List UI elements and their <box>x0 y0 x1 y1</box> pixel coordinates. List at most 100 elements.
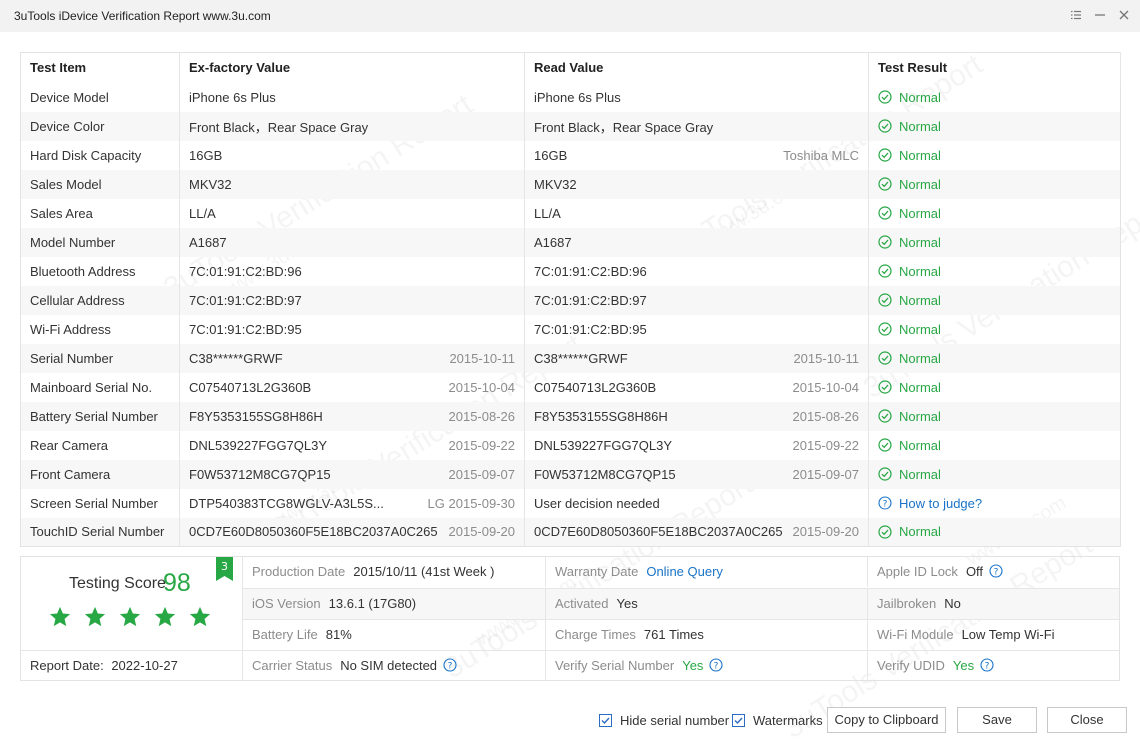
table-row: Battery Serial Number F8Y5353155SG8H86H 20… <box>20 401 1121 431</box>
report-date-value: 2022-10-27 <box>111 658 178 673</box>
ex-factory-text: MKV32 <box>189 176 232 192</box>
warranty-date: Warranty Date Online Query <box>546 557 868 587</box>
help-icon[interactable]: ? <box>989 564 1003 578</box>
read-text: 16GB <box>534 147 568 163</box>
read-value: F8Y5353155SG8H86H 2015-08-26 <box>524 401 869 431</box>
test-item: Battery Serial Number <box>20 401 180 431</box>
check-circle-icon <box>878 119 892 133</box>
apple-id-lock: Apple ID Lock Off? <box>868 557 1119 587</box>
check-circle-icon <box>878 438 892 452</box>
carrier-status: Carrier Status No SIM detected? <box>243 651 546 681</box>
window-title: 3uTools iDevice Verification Report www.… <box>14 9 271 23</box>
test-result: Normal <box>868 517 1121 547</box>
menu-icon[interactable] <box>1069 8 1083 22</box>
test-item: Model Number <box>20 227 180 257</box>
read-text: C07540713L2G360B <box>534 379 657 395</box>
test-item: Hard Disk Capacity <box>20 140 180 170</box>
test-result: Normal <box>869 315 1121 344</box>
test-result[interactable]: ? How to judge? <box>869 489 1121 518</box>
ex-factory-text: C38******GRWF <box>189 350 283 366</box>
check-circle-icon <box>878 525 892 539</box>
help-icon[interactable]: ? <box>980 658 994 672</box>
result-text: Normal <box>899 466 941 482</box>
ex-factory-text: 16GB <box>189 147 223 163</box>
test-result: Normal <box>869 373 1121 402</box>
table-row: Cellular Address 7C:01:91:C2:BD:97 7C:01:9… <box>20 285 1121 315</box>
ex-factory-value: iPhone 6s Plus <box>179 82 525 112</box>
read-text: A1687 <box>534 234 572 250</box>
check-circle-icon <box>878 293 892 307</box>
test-item: Device Model <box>20 82 180 112</box>
check-circle-icon <box>878 351 892 365</box>
hide-serial-checkbox[interactable]: Hide serial number <box>599 713 729 728</box>
test-item: Wi-Fi Address <box>20 314 180 344</box>
ex-factory-date: 2015-09-22 <box>448 437 516 453</box>
table-row: Bluetooth Address 7C:01:91:C2:BD:96 7C:01:… <box>20 256 1121 286</box>
read-value: 0CD7E60D8050360F5E18BC2037A0C265 2015-09-… <box>524 517 869 547</box>
save-button[interactable]: Save <box>957 707 1037 733</box>
read-text: 7C:01:91:C2:BD:96 <box>534 263 647 279</box>
ex-factory-date: 2015-08-26 <box>448 408 516 424</box>
ex-factory-date: LG 2015-09-30 <box>427 495 515 511</box>
table-row: Mainboard Serial No. C07540713L2G360B 2015… <box>20 372 1121 402</box>
table-row: Device Model iPhone 6s Plus iPhone 6s Plus… <box>20 82 1121 112</box>
charge-times: Charge Times 761 Times <box>546 620 868 650</box>
ios-version: iOS Version 13.6.1 (17G80) <box>243 589 546 619</box>
close-button[interactable]: Close <box>1047 707 1127 733</box>
ex-factory-text: A1687 <box>189 234 227 250</box>
table-row: Device Color Front Black，Rear Space Gray F… <box>20 111 1121 141</box>
check-circle-icon <box>878 322 892 336</box>
how-to-judge-link[interactable]: How to judge? <box>899 496 982 511</box>
svg-text:?: ? <box>448 662 453 672</box>
info-row: iOS Version 13.6.1 (17G80) Activated Yes J… <box>243 588 1119 619</box>
ex-factory-text: F8Y5353155SG8H86H <box>189 408 323 424</box>
online-query-link[interactable]: Online Query <box>646 564 723 579</box>
minimize-icon[interactable] <box>1093 8 1107 22</box>
read-text: DNL539227FGG7QL3Y <box>534 437 673 453</box>
table-header-row: Test Item Ex-factory Value Read Value Te… <box>20 52 1121 83</box>
test-item: Front Camera <box>20 459 180 489</box>
read-text: F8Y5353155SG8H86H <box>534 408 668 424</box>
checkbox-box[interactable] <box>599 714 612 727</box>
ex-factory-value: A1687 <box>179 227 525 257</box>
read-text: 7C:01:91:C2:BD:97 <box>534 292 647 308</box>
score-label: Testing Score <box>69 575 166 592</box>
ex-factory-value: 0CD7E60D8050360F5E18BC2037A0C265 2015-09-… <box>179 517 525 547</box>
star-icon <box>119 606 141 627</box>
column-header: Test Result <box>868 52 1121 83</box>
read-note: 2015-08-26 <box>792 408 860 424</box>
help-icon[interactable]: ? <box>443 658 457 672</box>
read-note: 2015-10-04 <box>792 379 860 395</box>
table-row: TouchID Serial Number 0CD7E60D8050360F5E1… <box>20 517 1121 547</box>
checkbox-box[interactable] <box>732 714 745 727</box>
read-note: 2015-10-11 <box>793 350 859 366</box>
column-header: Test Item <box>20 52 180 83</box>
column-header: Ex-factory Value <box>179 52 525 83</box>
table-row: Sales Area LL/A LL/A Normal <box>20 198 1121 228</box>
watermarks-checkbox[interactable]: Watermarks <box>732 713 823 728</box>
test-result: Normal <box>868 459 1121 489</box>
read-value: C38******GRWF 2015-10-11 <box>524 343 869 373</box>
info-row: Battery Life 81% Charge Times 761 Times Wi… <box>243 619 1119 650</box>
score-badge-text: 3 <box>221 560 228 573</box>
watermarks-label: Watermarks <box>753 713 823 728</box>
check-circle-icon <box>878 467 892 481</box>
close-icon[interactable] <box>1117 8 1131 22</box>
read-text: LL/A <box>534 205 561 221</box>
column-header: Read Value <box>524 52 869 83</box>
result-text: Normal <box>899 176 941 192</box>
ex-factory-value: 7C:01:91:C2:BD:95 <box>179 314 525 344</box>
copy-to-clipboard-button[interactable]: Copy to Clipboard <box>827 707 946 733</box>
ex-factory-value: DTP540383TCG8WGLV-A3L5S... LG 2015-09-30 <box>179 488 525 518</box>
table-row: Screen Serial Number DTP540383TCG8WGLV-A3… <box>20 488 1121 518</box>
read-value: 7C:01:91:C2:BD:97 <box>524 285 869 315</box>
star-rating <box>49 606 211 628</box>
ex-factory-value: LL/A <box>179 198 525 228</box>
test-result: Normal <box>869 257 1121 286</box>
read-value: iPhone 6s Plus <box>524 82 869 112</box>
result-text: Normal <box>899 205 941 221</box>
read-value: 7C:01:91:C2:BD:96 <box>524 256 869 286</box>
help-icon[interactable]: ? <box>709 658 723 672</box>
ex-factory-text: C07540713L2G360B <box>189 379 312 395</box>
star-icon <box>49 606 71 627</box>
